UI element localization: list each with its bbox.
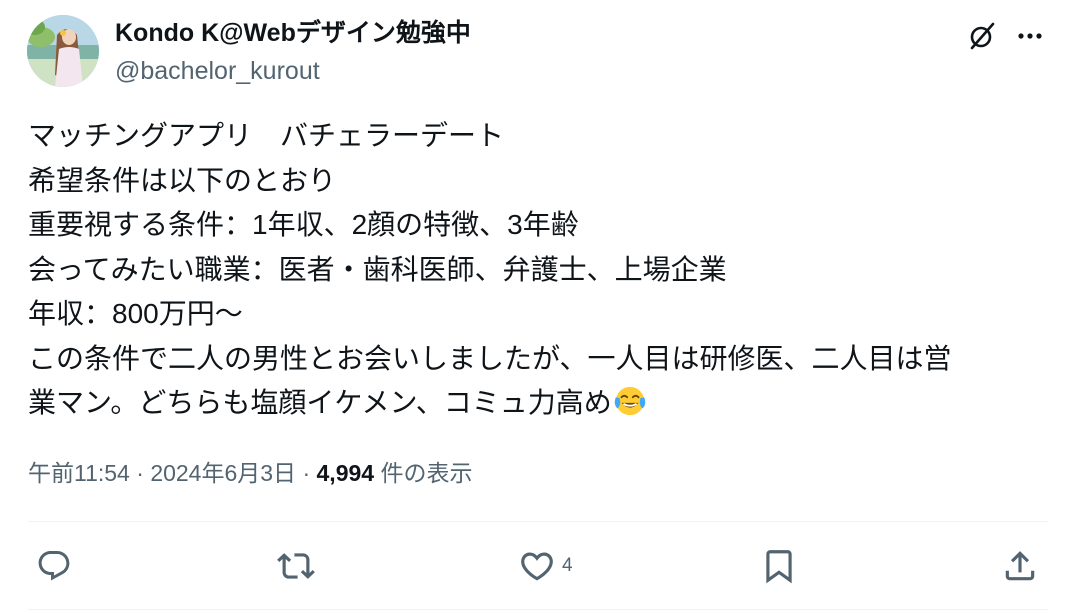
tweet-line-text: 業マン。どちらも塩顔イケメン、コミュ力高め <box>28 387 612 418</box>
face-with-tears-of-joy-icon <box>614 386 646 416</box>
tweet-line: 希望条件は以下のとおり <box>28 164 337 196</box>
grok-button[interactable] <box>964 18 1000 54</box>
tweet-line: 年収：800万円〜 <box>28 298 243 329</box>
views-label[interactable]: 件の表示 <box>374 460 472 486</box>
divider-top <box>28 521 1048 522</box>
bookmark-button[interactable] <box>760 546 798 586</box>
meta-separator: · <box>129 460 151 486</box>
bookmark-icon <box>766 550 792 584</box>
like-button[interactable]: 4 <box>518 546 573 586</box>
grok-slash-icon <box>970 22 995 50</box>
tweet-meta: 午前11:54 · 2024年6月3日 · 4,994 件の表示 <box>28 455 472 491</box>
author-display-name[interactable]: Kondo K@Webデザイン勉強中 <box>115 16 471 50</box>
tweet-line: 重要視する条件：1年収、2顔の特徴、3年齢 <box>28 209 579 240</box>
views-count[interactable]: 4,994 <box>317 460 375 486</box>
tweet-line: 会ってみたい職業：医者・歯科医師、弁護士、上場企業 <box>28 253 727 285</box>
share-icon <box>1005 551 1035 581</box>
tweet-line-last: 業マン。どちらも塩顔イケメン、コミュ力高め <box>28 381 1048 426</box>
tweet-card: Kondo K@Webデザイン勉強中 @bachelor_kurout マッチン… <box>0 0 1077 613</box>
more-dots-icon <box>1018 33 1042 39</box>
avatar-photo <box>27 15 99 87</box>
more-options-button[interactable] <box>1012 18 1048 54</box>
tweet-time[interactable]: 午前11:54 <box>28 460 130 486</box>
tweet-line: この条件で二人の男性とお会いしましたが、一人目は研修医、二人目は営 <box>28 342 952 374</box>
divider-bottom <box>28 609 1048 610</box>
share-button[interactable] <box>1001 546 1039 586</box>
meta-separator: · <box>296 460 317 486</box>
like-count: 4 <box>562 555 573 576</box>
reply-icon <box>38 551 70 581</box>
reply-button[interactable] <box>36 546 72 586</box>
tweet-text: マッチングアプリ バチェラーデート 希望条件は以下のとおり 重要視する条件：1年… <box>28 114 1048 426</box>
author-handle[interactable]: @bachelor_kurout <box>115 54 320 88</box>
retweet-icon <box>277 553 315 579</box>
avatar[interactable] <box>27 15 99 87</box>
retweet-button[interactable] <box>277 546 315 586</box>
tweet-date[interactable]: 2024年6月3日 <box>150 460 296 486</box>
heart-icon <box>521 552 553 581</box>
tweet-line: マッチングアプリ バチェラーデート <box>28 120 505 151</box>
